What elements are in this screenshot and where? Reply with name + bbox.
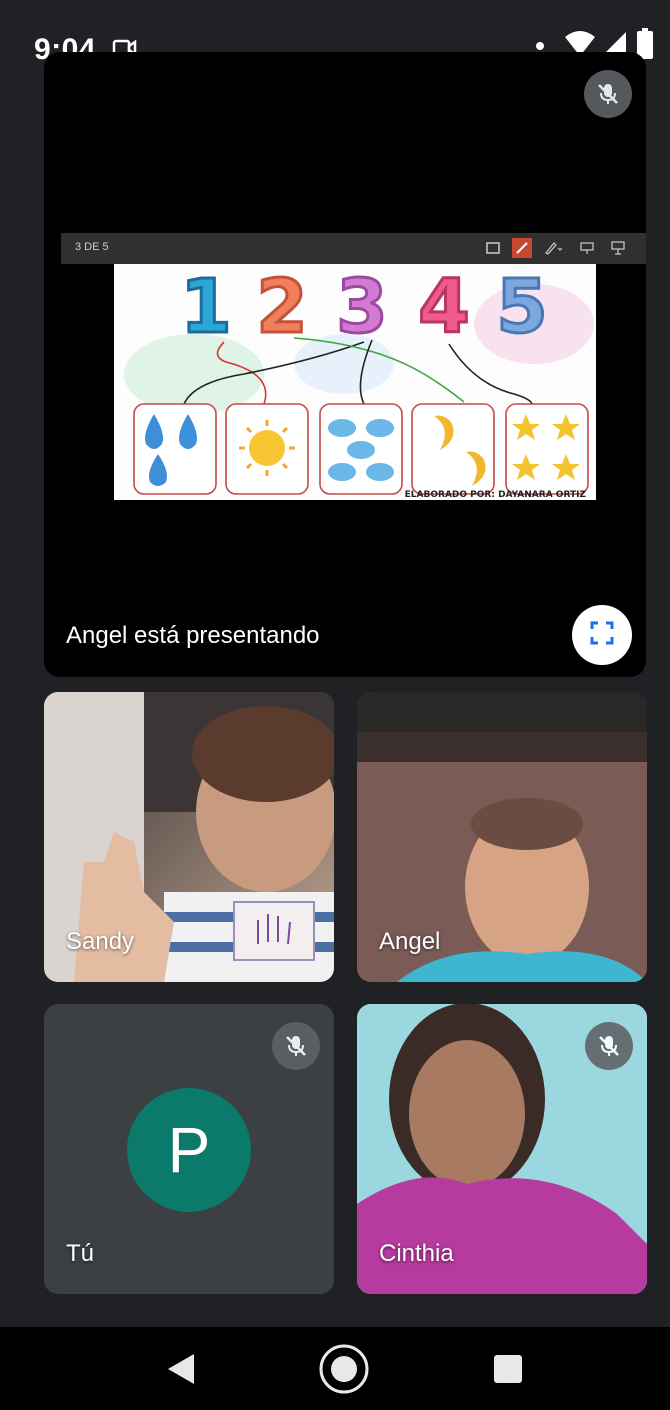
avatar: P [127, 1088, 251, 1212]
slide-number-4: 4 [418, 264, 470, 350]
slide-number-1: 1 [180, 264, 232, 350]
slide-toolbar: 3 DE 5 [61, 233, 646, 264]
fullscreen-button[interactable] [572, 605, 632, 665]
presentation-tile[interactable]: 3 DE 5 1 2 3 4 5 ELABORADO POR: DAYANARA… [44, 52, 646, 677]
back-icon[interactable] [166, 1352, 196, 1391]
slide-counter: 3 DE 5 [75, 241, 109, 253]
home-icon[interactable] [318, 1343, 370, 1400]
presenter-label: Angel está presentando [66, 622, 320, 649]
exit-presentation-icon[interactable] [608, 238, 628, 258]
participant-name: Tú [66, 1240, 95, 1267]
participant-name: Cinthia [379, 1240, 454, 1267]
participant-tile-self[interactable]: P Tú [44, 1004, 334, 1294]
participant-name: Angel [379, 928, 441, 955]
slide-credit: ELABORADO POR: DAYANARA ORTIZ [405, 490, 587, 500]
participant-name: Sandy [66, 928, 135, 955]
mic-off-icon [584, 70, 632, 118]
captions-icon[interactable] [483, 238, 503, 258]
participant-tile-cinthia[interactable]: Cinthia [357, 1004, 647, 1294]
mic-off-icon [585, 1022, 633, 1070]
slide-number-2: 2 [256, 264, 308, 350]
highlighter-icon[interactable] [543, 238, 563, 258]
notification-dot [536, 42, 544, 50]
slide-image: 1 2 3 4 5 ELABORADO POR: DAYANARA ORTIZ [114, 264, 596, 500]
pen-tool-icon[interactable] [512, 238, 532, 258]
slide-number-3: 3 [336, 264, 388, 350]
pointer-icon[interactable] [577, 238, 597, 258]
navigation-bar [0, 1327, 670, 1410]
fullscreen-icon [589, 620, 615, 651]
recents-icon[interactable] [494, 1355, 522, 1383]
participant-tile-sandy[interactable]: Sandy [44, 692, 334, 982]
mic-off-icon [272, 1022, 320, 1070]
slide-number-5: 5 [496, 264, 548, 350]
participant-tile-angel[interactable]: Angel [357, 692, 647, 982]
